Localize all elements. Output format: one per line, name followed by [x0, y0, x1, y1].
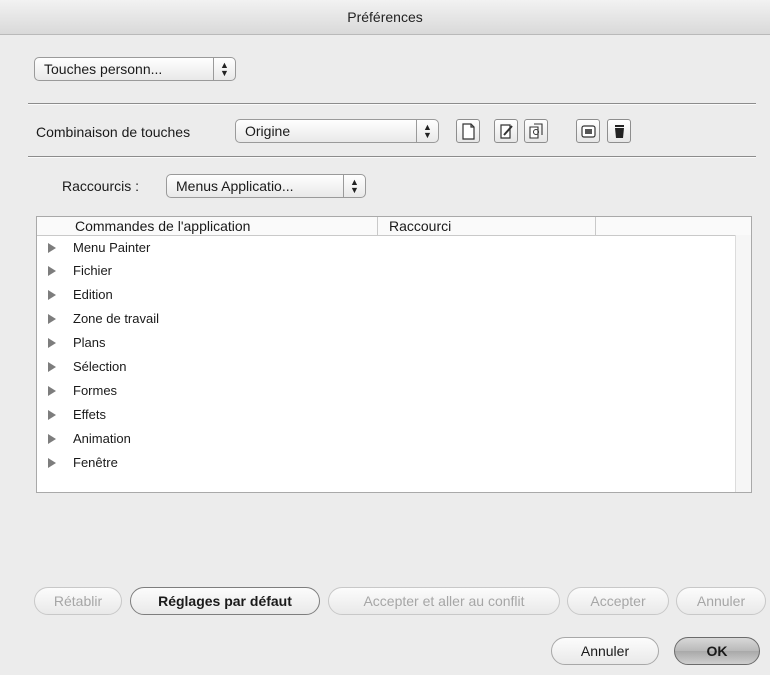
- category-popup[interactable]: Touches personn... ▲ ▼: [34, 57, 236, 81]
- row-label: Plans: [73, 335, 106, 350]
- duplicate-set-button[interactable]: [524, 119, 548, 143]
- title-bar: Préférences: [0, 0, 770, 35]
- new-document-icon: [462, 123, 475, 140]
- popup-arrows-icon: ▲ ▼: [213, 58, 235, 80]
- table-row[interactable]: Effets: [37, 405, 727, 428]
- disclosure-triangle-icon[interactable]: [48, 314, 56, 324]
- row-label: Fichier: [73, 263, 113, 278]
- new-set-button[interactable]: [456, 119, 480, 143]
- separator: [28, 103, 756, 105]
- annuler-action-button[interactable]: Annuler: [676, 587, 766, 615]
- table-row[interactable]: Zone de travail: [37, 309, 727, 332]
- window-title: Préférences: [347, 9, 423, 25]
- export-set-button[interactable]: [576, 119, 600, 143]
- keyset-popup[interactable]: Origine ▲ ▼: [235, 119, 439, 143]
- shortcuts-popup-value: Menus Applicatio...: [176, 178, 294, 194]
- disclosure-triangle-icon[interactable]: [48, 410, 56, 420]
- edit-set-button[interactable]: [494, 119, 518, 143]
- table-row[interactable]: Fenêtre: [37, 453, 727, 476]
- shortcuts-popup[interactable]: Menus Applicatio... ▲ ▼: [166, 174, 366, 198]
- table-row[interactable]: Fichier: [37, 261, 727, 284]
- popup-arrows-icon: ▲ ▼: [343, 175, 365, 197]
- row-label: Sélection: [73, 359, 127, 374]
- popup-arrows-icon: ▲ ▼: [416, 120, 438, 142]
- disclosure-triangle-icon[interactable]: [48, 266, 56, 276]
- disclosure-triangle-icon[interactable]: [48, 290, 56, 300]
- export-icon: [581, 125, 596, 138]
- row-label: Formes: [73, 383, 118, 398]
- disclosure-triangle-icon[interactable]: [48, 243, 56, 253]
- ok-button[interactable]: OK: [674, 637, 760, 665]
- row-label: Menu Painter: [73, 240, 151, 255]
- table-row[interactable]: Sélection: [37, 357, 727, 380]
- column-divider: [595, 217, 596, 235]
- shortcut-table[interactable]: Commandes de l'application Raccourci Men…: [36, 216, 752, 493]
- row-label: Fenêtre: [73, 455, 118, 470]
- disclosure-triangle-icon[interactable]: [48, 434, 56, 444]
- cancel-button[interactable]: Annuler: [551, 637, 659, 665]
- retablir-button[interactable]: Rétablir: [34, 587, 122, 615]
- defaults-button[interactable]: Réglages par défaut: [130, 587, 320, 615]
- table-row[interactable]: Animation: [37, 429, 727, 452]
- table-row[interactable]: Menu Painter: [37, 238, 727, 261]
- accept-conflict-button[interactable]: Accepter et aller au conflit: [328, 587, 560, 615]
- disclosure-triangle-icon[interactable]: [48, 458, 56, 468]
- table-row[interactable]: Plans: [37, 333, 727, 356]
- keyset-popup-value: Origine: [245, 123, 291, 139]
- delete-set-button[interactable]: [607, 119, 631, 143]
- accepter-button[interactable]: Accepter: [567, 587, 669, 615]
- table-row[interactable]: Edition: [37, 285, 727, 308]
- column-divider: [377, 217, 378, 235]
- disclosure-triangle-icon[interactable]: [48, 386, 56, 396]
- row-label: Animation: [73, 431, 131, 446]
- table-row[interactable]: Formes: [37, 381, 727, 404]
- column-header-commands[interactable]: Commandes de l'application: [75, 218, 250, 234]
- keyset-label: Combinaison de touches: [36, 124, 191, 140]
- table-header: Commandes de l'application Raccourci: [37, 217, 751, 236]
- row-label: Edition: [73, 287, 113, 302]
- vertical-scrollbar[interactable]: [735, 235, 751, 492]
- trash-icon: [615, 125, 624, 138]
- shortcuts-label: Raccourcis :: [62, 178, 140, 194]
- separator: [28, 156, 756, 158]
- row-label: Effets: [73, 407, 107, 422]
- row-label: Zone de travail: [73, 311, 159, 326]
- disclosure-triangle-icon[interactable]: [48, 362, 56, 372]
- category-popup-value: Touches personn...: [44, 61, 163, 77]
- duplicate-set-icon: [529, 123, 543, 139]
- edit-set-icon: [500, 124, 513, 139]
- disclosure-triangle-icon[interactable]: [48, 338, 56, 348]
- column-header-shortcut[interactable]: Raccourci: [389, 218, 451, 234]
